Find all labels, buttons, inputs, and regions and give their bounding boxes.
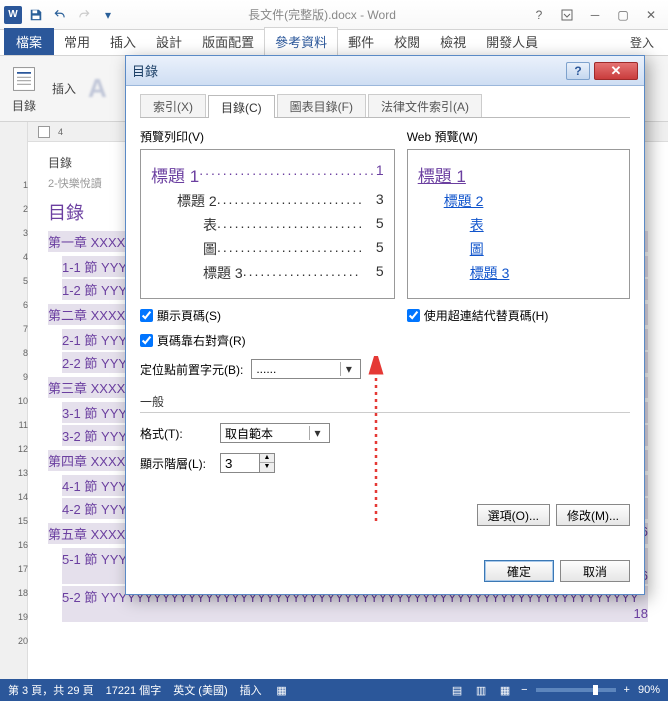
save-icon[interactable] bbox=[26, 5, 46, 25]
tab-home[interactable]: 常用 bbox=[54, 28, 100, 55]
toc-label: 目錄 bbox=[12, 97, 36, 114]
levels-spinner[interactable]: ▲▼ bbox=[220, 453, 275, 473]
tab-index[interactable]: 索引(X) bbox=[140, 94, 206, 117]
options-button[interactable]: 選項(O)... bbox=[477, 504, 550, 526]
tab-references[interactable]: 參考資料 bbox=[264, 27, 338, 56]
macro-icon[interactable]: ▦ bbox=[274, 682, 290, 698]
print-preview-box: 標題 1..............................1 標題 2… bbox=[140, 149, 395, 299]
web-link-1[interactable]: 標題 1 bbox=[418, 162, 619, 187]
web-link-4[interactable]: 圖 bbox=[418, 239, 619, 259]
tab-review[interactable]: 校閱 bbox=[384, 28, 430, 55]
help-icon[interactable]: ? bbox=[526, 5, 552, 25]
status-page[interactable]: 第 3 頁，共 29 頁 bbox=[8, 682, 94, 698]
dialog-help-icon[interactable]: ? bbox=[566, 62, 590, 80]
redo-icon[interactable] bbox=[74, 5, 94, 25]
dialog-tabs: 索引(X) 目錄(C) 圖表目錄(F) 法律文件索引(A) bbox=[140, 94, 630, 118]
tab-developer[interactable]: 開發人員 bbox=[476, 28, 548, 55]
insert-button[interactable]: 插入 bbox=[52, 80, 76, 97]
minimize-icon[interactable]: ─ bbox=[582, 5, 608, 25]
right-align-checkbox[interactable]: 頁碼靠右對齊(R) bbox=[140, 332, 395, 349]
ok-button[interactable]: 確定 bbox=[484, 560, 554, 582]
toc-button[interactable]: 目錄 bbox=[8, 63, 40, 114]
vertical-ruler: 12 34 56 78 910 1112 1314 1516 1718 1920 bbox=[0, 122, 28, 679]
format-dropdown[interactable]: 取自範本▾ bbox=[220, 423, 330, 443]
status-lang[interactable]: 英文 (美國) bbox=[173, 682, 227, 698]
status-insert[interactable]: 插入 bbox=[240, 682, 262, 698]
web-preview-label: Web 預覽(W) bbox=[407, 128, 630, 145]
cancel-button[interactable]: 取消 bbox=[560, 560, 630, 582]
tab-toc[interactable]: 目錄(C) bbox=[208, 95, 275, 118]
read-mode-icon[interactable]: ▤ bbox=[449, 682, 465, 698]
obscured-ribbon-area: A bbox=[88, 73, 109, 104]
ribbon-collapse-icon[interactable] bbox=[554, 5, 580, 25]
show-page-numbers-checkbox[interactable]: 顯示頁碼(S) bbox=[140, 307, 395, 324]
dialog-close-icon[interactable]: ✕ bbox=[594, 62, 638, 80]
chevron-down-icon: ▾ bbox=[340, 362, 356, 376]
dialog-titlebar[interactable]: 目錄 ? ✕ bbox=[126, 56, 644, 86]
web-layout-icon[interactable]: ▦ bbox=[497, 682, 513, 698]
tab-design[interactable]: 設計 bbox=[146, 28, 192, 55]
use-hyperlinks-checkbox[interactable]: 使用超連結代替頁碼(H) bbox=[407, 307, 630, 324]
close-window-icon[interactable]: ✕ bbox=[638, 5, 664, 25]
tab-legal[interactable]: 法律文件索引(A) bbox=[368, 94, 482, 117]
status-words[interactable]: 17221 個字 bbox=[106, 682, 162, 698]
web-preview-box: 標題 1 標題 2 表 圖 標題 3 bbox=[407, 149, 630, 299]
tab-insert[interactable]: 插入 bbox=[100, 28, 146, 55]
tab-leader-dropdown[interactable]: ......▾ bbox=[251, 359, 361, 379]
zoom-out-icon[interactable]: − bbox=[521, 684, 527, 696]
format-label: 格式(T): bbox=[140, 425, 212, 442]
web-link-2[interactable]: 標題 2 bbox=[418, 191, 619, 211]
levels-input[interactable] bbox=[220, 453, 260, 473]
tab-selector-icon[interactable] bbox=[38, 126, 50, 138]
zoom-in-icon[interactable]: + bbox=[624, 684, 630, 696]
tab-figures[interactable]: 圖表目錄(F) bbox=[277, 94, 366, 117]
file-tab[interactable]: 檔案 bbox=[4, 28, 54, 55]
status-bar: 第 3 頁，共 29 頁 17221 個字 英文 (美國) 插入 ▦ ▤ ▥ ▦… bbox=[0, 679, 668, 701]
dialog-title-text: 目錄 bbox=[132, 61, 158, 80]
zoom-slider[interactable] bbox=[536, 688, 616, 692]
web-link-5[interactable]: 標題 3 bbox=[418, 263, 619, 283]
window-titlebar: W ▾ 長文件(完整版).docx - Word ? ─ ▢ ✕ bbox=[0, 0, 668, 30]
zoom-level[interactable]: 90% bbox=[638, 684, 660, 696]
chevron-down-icon: ▾ bbox=[309, 426, 325, 440]
qat-dropdown-icon[interactable]: ▾ bbox=[98, 5, 118, 25]
tab-leader-label: 定位點前置字元(B): bbox=[140, 361, 243, 378]
modify-button[interactable]: 修改(M)... bbox=[556, 504, 630, 526]
toc-dialog: 目錄 ? ✕ 索引(X) 目錄(C) 圖表目錄(F) 法律文件索引(A) 預覽列… bbox=[125, 55, 645, 595]
ribbon-tabs: 檔案 常用 插入 設計 版面配置 參考資料 郵件 校閱 檢視 開發人員 登入 bbox=[0, 30, 668, 56]
sign-in-link[interactable]: 登入 bbox=[620, 30, 664, 55]
print-layout-icon[interactable]: ▥ bbox=[473, 682, 489, 698]
word-icon: W bbox=[4, 6, 22, 24]
tab-layout[interactable]: 版面配置 bbox=[192, 28, 264, 55]
tab-mailings[interactable]: 郵件 bbox=[338, 28, 384, 55]
web-link-3[interactable]: 表 bbox=[418, 215, 619, 235]
spin-up-icon[interactable]: ▲ bbox=[260, 454, 274, 463]
general-section-label: 一般 bbox=[140, 393, 630, 413]
undo-icon[interactable] bbox=[50, 5, 70, 25]
print-preview-label: 預覽列印(V) bbox=[140, 128, 395, 145]
insert-label: 插入 bbox=[52, 80, 76, 97]
toc-icon bbox=[8, 63, 40, 95]
document-title: 長文件(完整版).docx - Word bbox=[118, 6, 526, 23]
tab-view[interactable]: 檢視 bbox=[430, 28, 476, 55]
maximize-icon[interactable]: ▢ bbox=[610, 5, 636, 25]
levels-label: 顯示階層(L): bbox=[140, 455, 212, 472]
spin-down-icon[interactable]: ▼ bbox=[260, 463, 274, 472]
